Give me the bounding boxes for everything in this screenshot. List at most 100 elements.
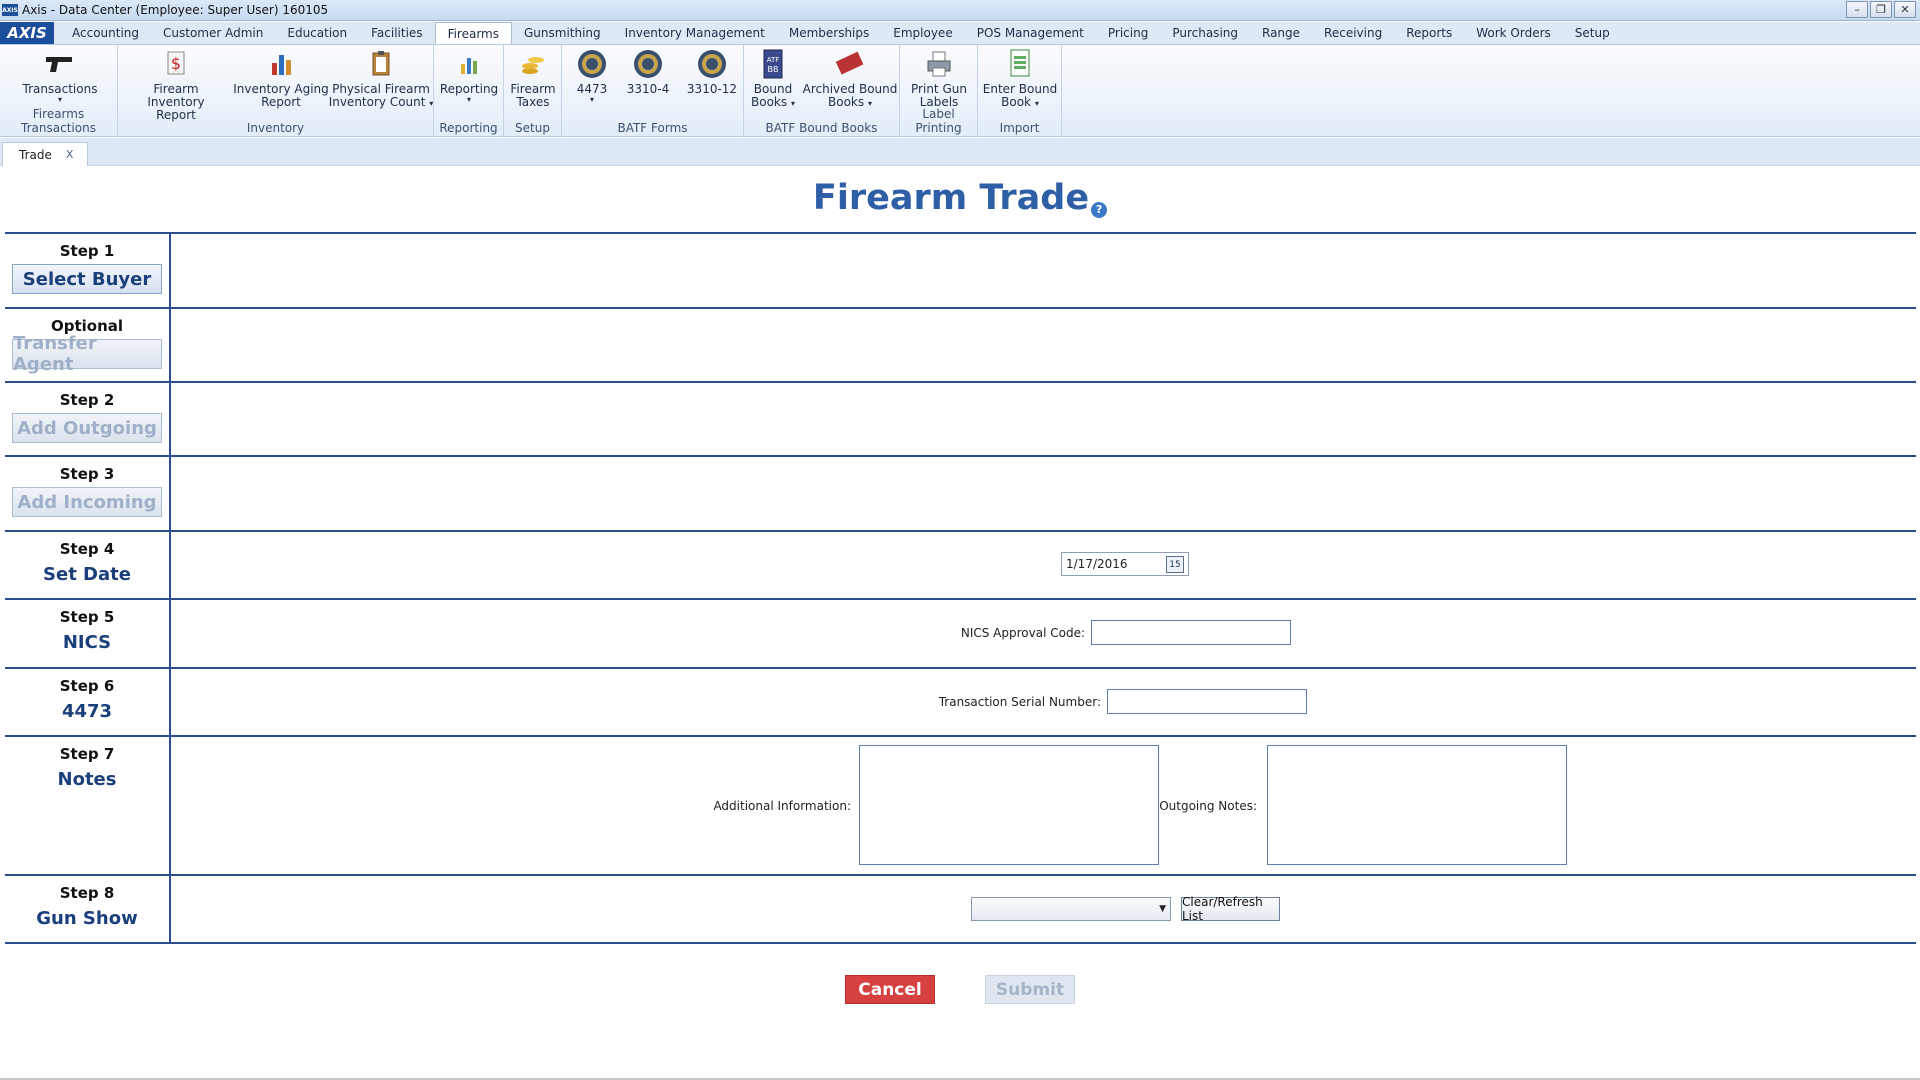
group-label-reporting: Reporting (439, 121, 498, 135)
menu-tab-receiving[interactable]: Receiving (1312, 22, 1394, 44)
group-label-import: Import (999, 121, 1040, 135)
print-gun-labels-button[interactable]: Print Gun Labels (904, 47, 974, 109)
step-content (171, 457, 1916, 530)
page-title-text: Firearm Trade (812, 178, 1090, 218)
group-label-batf-bound-books: BATF Bound Books (765, 121, 878, 135)
title-bar: AXIS Axis - Data Center (Employee: Super… (0, 0, 1920, 21)
group-label-firearms-transactions: Firearms Transactions (21, 107, 96, 135)
printer-icon (922, 47, 956, 81)
step-content: Transaction Serial Number: (171, 669, 1916, 735)
notes-label: Notes (57, 769, 117, 790)
help-icon[interactable]: ? (1091, 202, 1108, 218)
tab-trade-label: Trade (19, 147, 52, 162)
menu-tab-inventory-management[interactable]: Inventory Management (613, 22, 777, 44)
form-4473-label: 4473 (61, 701, 113, 722)
menu-tab-facilities[interactable]: Facilities (359, 22, 434, 44)
form-3310-12-button[interactable]: 3310-12 (682, 47, 742, 96)
seal-icon (575, 47, 609, 81)
close-tab-icon[interactable]: X (66, 148, 74, 161)
step-left: Step 5 NICS (5, 600, 171, 667)
menu-tab-reports[interactable]: Reports (1394, 22, 1464, 44)
ribbon-group-reporting: Reporting ▾ Reporting (434, 45, 504, 137)
minimize-icon[interactable]: – (1846, 1, 1868, 18)
label-line-1: Physical Firearm (332, 82, 430, 96)
menu-tab-firearms[interactable]: Firearms (434, 22, 512, 44)
step-content: 1/17/2016 15 (171, 532, 1916, 598)
menu-tab-pos-management[interactable]: POS Management (965, 22, 1096, 44)
menu-tab-memberships[interactable]: Memberships (777, 22, 881, 44)
step-number: Step 6 (59, 677, 115, 695)
restore-icon[interactable]: ❐ (1870, 1, 1892, 18)
step-left: Step 3 Add Incoming (5, 457, 171, 530)
add-incoming-button[interactable]: Add Incoming (12, 487, 162, 517)
chevron-down-icon: ▼ (1159, 904, 1166, 914)
label-line-1: Print Gun (911, 82, 967, 96)
menu-tab-customer-admin[interactable]: Customer Admin (151, 22, 275, 44)
form-3310-4-button[interactable]: 3310-4 (622, 47, 674, 96)
transaction-serial-number-label: Transaction Serial Number: (938, 695, 1101, 709)
firearm-taxes-button[interactable]: Firearm Taxes (508, 47, 558, 109)
label-line-2: Book (1001, 95, 1032, 109)
step-row-add-incoming: Step 3 Add Incoming (5, 455, 1916, 530)
add-outgoing-button[interactable]: Add Outgoing (12, 413, 162, 443)
step-row-gun-show: Step 8 Gun Show ▼ Clear/Refresh List (5, 874, 1916, 944)
step-content (171, 234, 1916, 307)
dropdown-arrow-icon: ▾ (57, 95, 62, 104)
transactions-button[interactable]: Transactions ▾ (22, 47, 98, 104)
menu-tab-gunsmithing[interactable]: Gunsmithing (512, 22, 613, 44)
step-left: Step 4 Set Date (5, 532, 171, 598)
menu-tab-purchasing[interactable]: Purchasing (1160, 22, 1250, 44)
step-row-notes: Step 7 Notes Additional Information: Out… (5, 735, 1916, 874)
clear-refresh-list-button[interactable]: Clear/Refresh List (1181, 895, 1280, 923)
pistol-icon (43, 47, 77, 81)
transaction-serial-number-input[interactable] (1107, 689, 1307, 714)
calendar-icon[interactable]: 15 (1166, 556, 1184, 573)
step-row-set-date: Step 4 Set Date 1/17/2016 15 (5, 530, 1916, 598)
step-left: Optional Transfer Agent (5, 309, 171, 381)
menu-tab-accounting[interactable]: Accounting (60, 22, 151, 44)
step-left: Step 1 Select Buyer (5, 234, 171, 307)
dropdown-arrow-icon: ▾ (790, 99, 795, 108)
step-number: Step 1 (59, 242, 115, 260)
group-label-inventory: Inventory (246, 121, 305, 135)
bound-books-button[interactable]: ATF BB Bound Books ▾ (748, 47, 798, 110)
reporting-button[interactable]: Reporting ▾ (438, 47, 500, 104)
outgoing-notes-textarea[interactable] (1267, 745, 1567, 865)
form-4473-button[interactable]: 4473 ▾ (568, 47, 616, 104)
physical-inventory-count-button[interactable]: Physical Firearm Inventory Count ▾ (328, 47, 434, 110)
inventory-aging-report-button[interactable]: Inventory Aging Report (231, 47, 331, 109)
menu-tab-employee[interactable]: Employee (881, 22, 964, 44)
tab-trade[interactable]: Trade X (2, 142, 88, 166)
window-controls: – ❐ ✕ (1846, 1, 1916, 18)
money-report-icon: $ (159, 47, 193, 81)
cancel-button[interactable]: Cancel (845, 975, 935, 1004)
menu-tab-setup[interactable]: Setup (1563, 22, 1622, 44)
step-content (171, 309, 1916, 381)
menu-tab-work-orders[interactable]: Work Orders (1464, 22, 1563, 44)
nics-approval-code-input[interactable] (1091, 620, 1291, 645)
additional-information-label: Additional Information: (713, 799, 851, 813)
menu-tab-education[interactable]: Education (275, 22, 359, 44)
menu-tab-pricing[interactable]: Pricing (1096, 22, 1160, 44)
select-buyer-button[interactable]: Select Buyer (12, 264, 162, 294)
archived-bound-books-button[interactable]: Archived Bound Books ▾ (802, 47, 898, 110)
set-date-label: Set Date (43, 564, 131, 585)
clipboard-icon (364, 47, 398, 81)
gun-show-select[interactable]: ▼ (971, 897, 1171, 921)
coins-icon (516, 47, 550, 81)
step-row-nics: Step 5 NICS NICS Approval Code: (5, 598, 1916, 667)
close-icon[interactable]: ✕ (1894, 1, 1916, 18)
label-line-2: Inventory Count (328, 95, 426, 109)
step-row-4473: Step 6 4473 Transaction Serial Number: (5, 667, 1916, 735)
enter-bound-book-button[interactable]: Enter Bound Book ▾ (982, 47, 1058, 110)
nics-approval-code-label: NICS Approval Code: (960, 626, 1085, 640)
date-picker[interactable]: 1/17/2016 15 (1061, 552, 1189, 576)
transfer-agent-button[interactable]: Transfer Agent (12, 333, 162, 375)
svg-text:ATF: ATF (767, 56, 780, 64)
reporting-label: Reporting (439, 82, 499, 96)
submit-button[interactable]: Submit (985, 975, 1075, 1004)
label-line-2: Report (156, 108, 196, 122)
form-4473-label: 4473 (576, 82, 608, 96)
menu-tab-range[interactable]: Range (1250, 22, 1312, 44)
firearm-inventory-report-button[interactable]: $ Firearm Inventory Report (126, 47, 226, 122)
